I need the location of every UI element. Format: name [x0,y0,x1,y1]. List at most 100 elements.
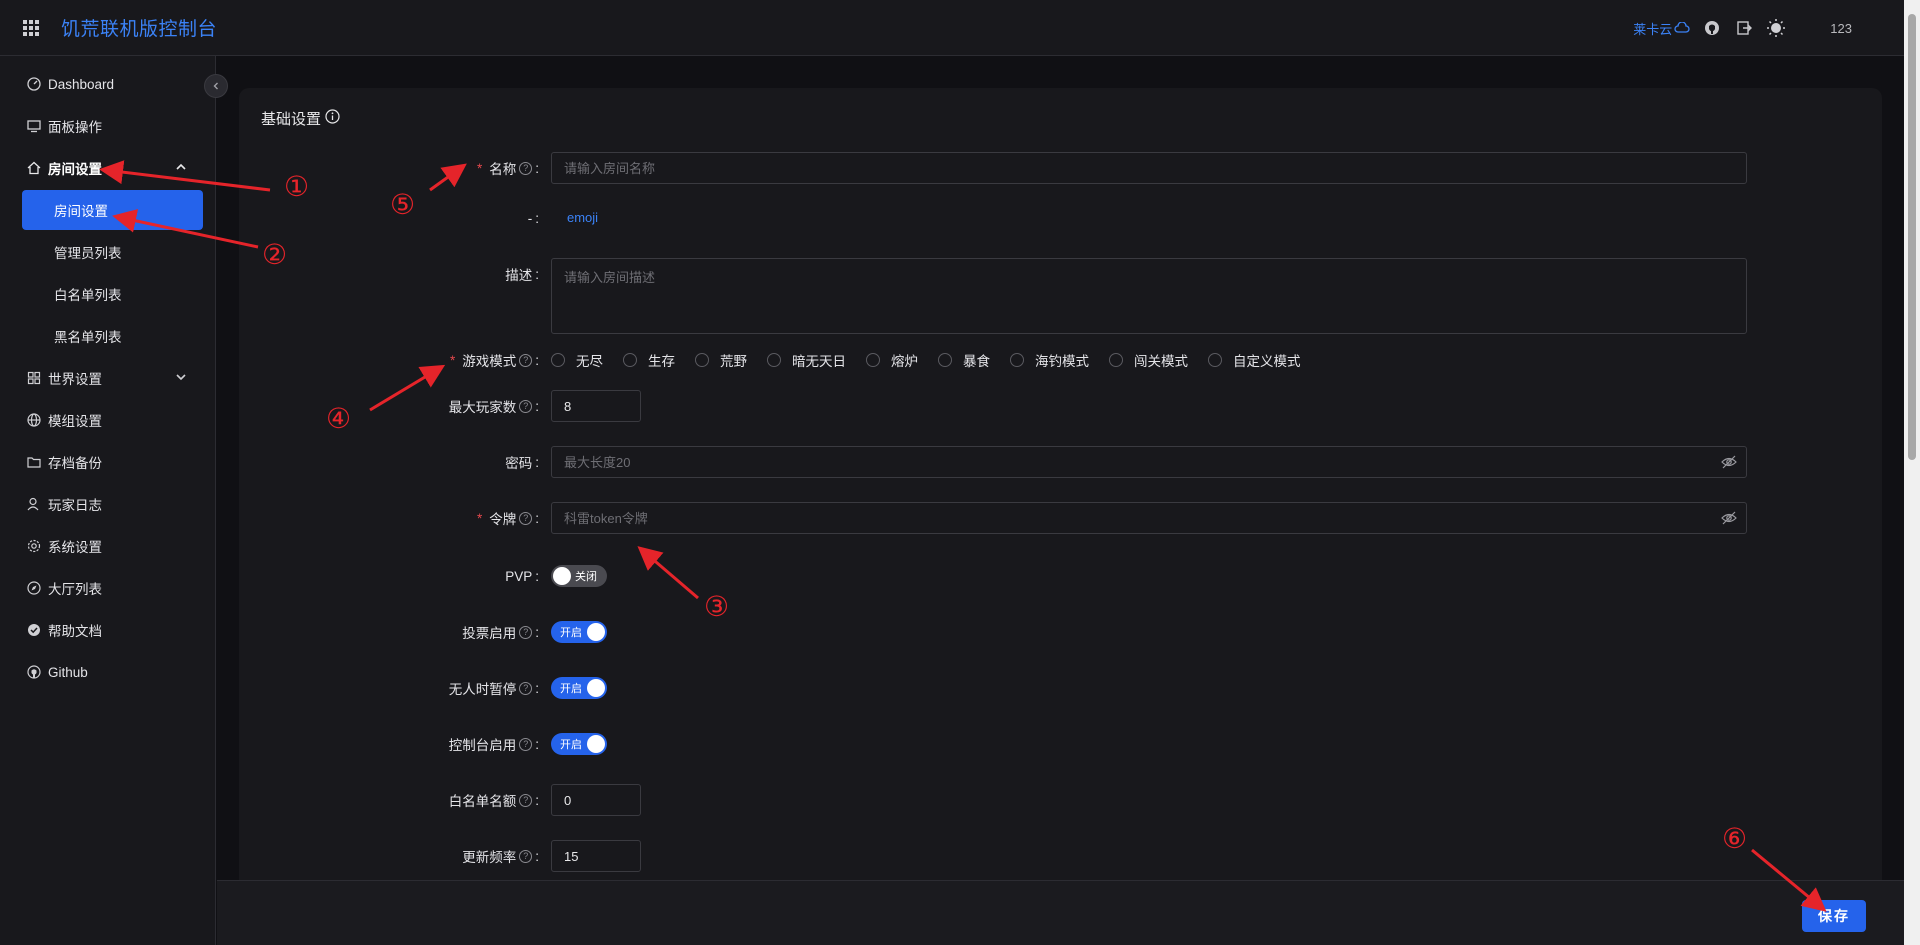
radio-circle [1109,353,1123,367]
sidebar-subitem-room-settings[interactable]: 房间设置 [22,190,203,230]
max-players-label: 最大玩家数 ? : [239,396,539,416]
basic-settings-card: 基础设置 * 名称 ? : - : emoji 描述 : * 游戏模式 ? : [239,88,1882,945]
vote-label-text: 投票启用 [462,626,517,641]
radio-mode-wilderness[interactable]: 荒野 [695,350,747,370]
whitelist-label: 白名单名额 ? : [239,790,539,810]
sidebar-subitem-admin-list[interactable]: 管理员列表 [22,232,203,272]
sidebar-item-dashboard[interactable]: Dashboard [12,64,203,104]
radio-mode-custom[interactable]: 自定义模式 [1208,350,1301,370]
console-toggle[interactable]: 开启 [551,733,607,755]
label-colon: : [535,210,539,226]
sidebar-item-mod-settings[interactable]: 模组设置 [12,400,203,440]
sidebar-item-github[interactable]: Github [12,652,203,692]
github-icon[interactable] [1702,18,1722,38]
help-icon[interactable]: ? [519,737,533,751]
vote-toggle[interactable]: 开启 [551,621,607,643]
help-icon[interactable]: ? [519,399,533,413]
toggle-knob [587,735,605,753]
radio-mode-challenge[interactable]: 闯关模式 [1109,350,1188,370]
export-icon[interactable] [1734,18,1754,38]
app-title[interactable]: 饥荒联机版控制台 [61,14,217,41]
name-input[interactable] [551,152,1747,184]
label-colon: : [535,568,539,584]
tick-rate-input[interactable] [551,840,641,872]
label-colon: : [535,848,539,864]
whitelist-slots-input[interactable] [551,784,641,816]
section-title: 基础设置 [261,108,340,129]
annotation-2: ② [262,238,288,271]
chevron-down-icon [175,371,187,386]
radio-mode-survival[interactable]: 生存 [623,350,675,370]
sidebar-item-backup[interactable]: 存档备份 [12,442,203,482]
token-input[interactable] [551,502,1747,534]
monitor-icon [26,118,42,134]
toggle-state: 关闭 [575,571,597,583]
eye-off-icon[interactable] [1721,510,1737,526]
top-header: 饥荒联机版控制台 莱卡云 123 [0,0,1904,56]
page-scrollbar[interactable] [1904,0,1920,945]
sidebar-item-player-log[interactable]: 玩家日志 [12,484,203,524]
home-icon [26,160,42,176]
pause-label: 无人时暂停 ? : [239,678,539,698]
pvp-toggle[interactable]: 关闭 [551,565,607,587]
info-icon[interactable] [325,109,340,128]
eye-off-icon[interactable] [1721,454,1737,470]
sidebar-item-label: 面板操作 [48,120,102,135]
folder-icon [26,454,42,470]
radio-circle [551,353,565,367]
save-button[interactable]: 保存 [1802,900,1866,932]
pause-label-text: 无人时暂停 [448,682,517,697]
password-input[interactable] [551,446,1747,478]
tick-rate-label-text: 更新频率 [462,850,517,865]
scrollbar-thumb[interactable] [1908,14,1916,460]
radio-mode-lights-out[interactable]: 暗无天日 [767,350,846,370]
radio-mode-forge[interactable]: 熔炉 [866,350,918,370]
sidebar-item-label: 系统设置 [48,540,102,555]
sidebar-item-lobby-list[interactable]: 大厅列表 [12,568,203,608]
theme-sun-icon[interactable] [1766,18,1786,38]
emoji-link[interactable]: emoji [567,210,598,225]
sidebar-item-world-settings[interactable]: 世界设置 [12,358,203,398]
help-icon[interactable]: ? [519,849,533,863]
annotation-4: ④ [326,402,352,435]
help-icon[interactable]: ? [519,793,533,807]
sidebar-item-panel[interactable]: 面板操作 [12,106,203,146]
label-colon: : [535,624,539,640]
radio-mode-fishing[interactable]: 海钓模式 [1010,350,1089,370]
label-colon: : [535,454,539,470]
mode-label-text: 游戏模式 [462,354,517,369]
vote-label: 投票启用 ? : [239,622,539,642]
pause-toggle[interactable]: 开启 [551,677,607,699]
compass-icon [26,580,42,596]
sidebar-subitem-blacklist[interactable]: 黑名单列表 [22,316,203,356]
sidebar-item-help[interactable]: 帮助文档 [12,610,203,650]
dash-label-text: - [527,210,533,226]
help-icon[interactable]: ? [519,625,533,639]
sidebar-subitem-whitelist[interactable]: 白名单列表 [22,274,203,314]
cloud-link[interactable]: 莱卡云 [1633,19,1690,38]
help-icon[interactable]: ? [519,161,533,175]
token-label-text: 令牌 [489,512,517,527]
user-name[interactable]: 123 [1830,21,1852,36]
whitelist-label-text: 白名单名额 [448,794,517,809]
help-icon[interactable]: ? [519,681,533,695]
toggle-state: 开启 [560,683,582,695]
sidebar-item-system-settings[interactable]: 系统设置 [12,526,203,566]
radio-mode-endless[interactable]: 无尽 [551,350,603,370]
max-players-input[interactable] [551,390,641,422]
section-title-text: 基础设置 [261,111,322,128]
sidebar-item-room-settings[interactable]: 房间设置 [12,148,203,188]
pvp-label-text: PVP [505,568,533,584]
annotation-6: ⑥ [1722,822,1748,855]
help-icon[interactable]: ? [519,353,533,367]
sidebar-collapse-button[interactable] [204,74,228,98]
radio-mode-gorge[interactable]: 暴食 [938,350,990,370]
cloud-icon [1674,22,1690,33]
description-textarea[interactable] [551,258,1747,334]
sidebar-item-label: 世界设置 [48,372,102,387]
radio-label: 荒野 [720,354,747,369]
help-icon[interactable]: ? [519,511,533,525]
radio-circle [1208,353,1222,367]
radio-label: 无尽 [576,354,603,369]
app-grid-icon[interactable] [23,19,39,36]
